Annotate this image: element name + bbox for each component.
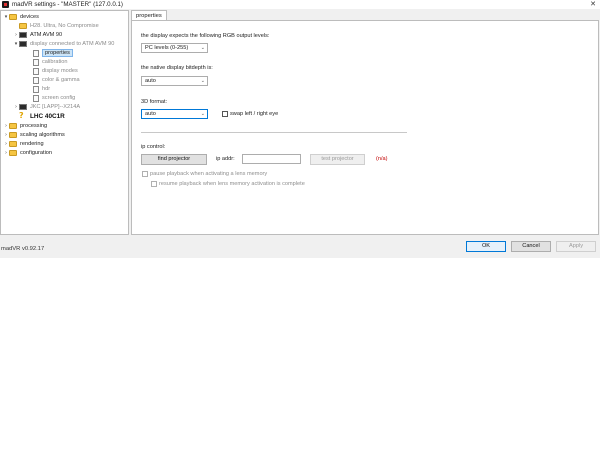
version-label: madVR v0.92.17 <box>1 246 45 252</box>
document-icon <box>33 76 39 84</box>
settings-window: madVR settings - "MASTER" (127.0.0.1) ✕ … <box>0 0 600 258</box>
tree-item[interactable]: properties <box>27 49 73 57</box>
apply-button[interactable]: Apply <box>556 241 596 252</box>
folder-icon <box>9 132 17 138</box>
chevron-down-icon: ⌄ <box>200 111 205 117</box>
cancel-button[interactable]: Cancel <box>511 241 551 252</box>
resume-playback-checkbox[interactable] <box>151 181 157 187</box>
close-button[interactable]: ✕ <box>586 0 600 9</box>
madvr-app-icon <box>2 1 9 8</box>
document-icon <box>33 67 39 75</box>
pause-playback-label: pause playback when activating a lens me… <box>150 171 268 177</box>
tree-item-label: ATM AVM 90 <box>30 32 63 38</box>
tree-item-label: devices <box>20 14 39 20</box>
title-bar[interactable]: madVR settings - "MASTER" (127.0.0.1) ✕ <box>0 0 600 9</box>
folder-icon <box>9 123 17 129</box>
tree-item[interactable]: ? LHC 40C1R <box>13 112 65 120</box>
settings-tree[interactable]: ▾ devices H28. Ultra, No Compromise › ATM AV… <box>0 10 129 235</box>
pause-playback-checkbox[interactable] <box>142 171 148 177</box>
monitor-icon <box>19 104 27 110</box>
tree-item[interactable]: screen config <box>27 94 75 102</box>
tree-item[interactable]: ▾ devices <box>3 13 39 21</box>
format3d-label: 3D format: <box>141 99 168 105</box>
swap-eye-label: swap left / right eye <box>230 111 279 117</box>
tree-item-label: processing <box>20 123 48 129</box>
properties-panel: the display expects the following RGB ou… <box>131 20 599 235</box>
bitdepth-label: the native display bitdepth is: <box>141 65 213 71</box>
tree-item[interactable]: color & gamma <box>27 76 80 84</box>
folder-icon <box>9 14 17 20</box>
tree-item-label: rendering <box>20 141 44 147</box>
folder-icon <box>19 23 27 29</box>
chevron-down-icon: ⌄ <box>200 78 205 84</box>
question-icon: ? <box>19 111 24 120</box>
document-icon <box>33 94 39 102</box>
tree-item[interactable]: › JKC [LAPP]--X214A <box>13 103 80 111</box>
tree-item-label: calibration <box>42 59 68 65</box>
monitor-icon <box>19 41 27 47</box>
tree-item[interactable]: › scaling algorithms <box>3 131 65 139</box>
ip-addr-input[interactable] <box>242 154 301 164</box>
tree-item-label: screen config <box>42 95 76 101</box>
ip-control-label: ip control: <box>141 144 166 150</box>
tree-item-label: LHC 40C1R <box>30 112 65 120</box>
swap-eye-checkbox[interactable] <box>222 111 228 117</box>
tree-item-label: hdr <box>42 86 51 92</box>
tree-item-label: scaling algorithms <box>20 132 65 138</box>
document-icon <box>33 49 39 57</box>
monitor-icon <box>19 32 27 38</box>
tree-item-label: properties <box>42 49 73 57</box>
folder-icon <box>9 141 17 147</box>
tree-item-label: configuration <box>20 150 53 156</box>
status-text: (n/a) <box>376 156 388 162</box>
format3d-select[interactable]: auto ⌄ <box>141 109 208 119</box>
tree-item[interactable]: hdr <box>27 85 50 93</box>
document-icon <box>33 85 39 93</box>
document-icon <box>33 58 39 66</box>
tree-item-label: H28. Ultra, No Compromise <box>30 23 99 29</box>
tree-item[interactable]: › processing <box>3 122 47 130</box>
tree-item[interactable]: H28. Ultra, No Compromise <box>13 22 99 30</box>
ip-addr-label: ip addr: <box>216 156 235 162</box>
bitdepth-value: auto <box>145 78 156 84</box>
tree-item[interactable]: ▾ display connected to ATM AVM 90 <box>13 40 114 48</box>
test-projector-button[interactable]: test projector <box>310 154 365 165</box>
chevron-down-icon: ⌄ <box>200 45 205 51</box>
rgb-levels-label: the display expects the following RGB ou… <box>141 33 270 39</box>
resume-playback-label: resume playback when lens memory activat… <box>159 181 305 187</box>
format3d-value: auto <box>145 111 156 117</box>
folder-icon <box>9 150 17 156</box>
window-title: madVR settings - "MASTER" (127.0.0.1) <box>12 1 123 8</box>
tree-item[interactable]: display modes <box>27 67 78 75</box>
tree-item-label: display connected to ATM AVM 90 <box>30 41 115 47</box>
section-divider <box>141 132 407 133</box>
find-projector-button[interactable]: find projector <box>141 154 207 165</box>
rgb-levels-select[interactable]: PC levels (0-255) ⌄ <box>141 43 208 53</box>
tree-item[interactable]: › configuration <box>3 149 52 157</box>
tree-item-label: display modes <box>42 68 78 74</box>
tree-item-label: color & gamma <box>42 77 80 83</box>
tree-item[interactable]: calibration <box>27 58 68 66</box>
tree-item[interactable]: › rendering <box>3 140 44 148</box>
rgb-levels-value: PC levels (0-255) <box>145 45 189 51</box>
tree-item-label: JKC [LAPP]--X214A <box>30 104 81 110</box>
tree-item[interactable]: › ATM AVM 90 <box>13 31 62 39</box>
bitdepth-select[interactable]: auto ⌄ <box>141 76 208 86</box>
ok-button[interactable]: OK <box>466 241 506 252</box>
